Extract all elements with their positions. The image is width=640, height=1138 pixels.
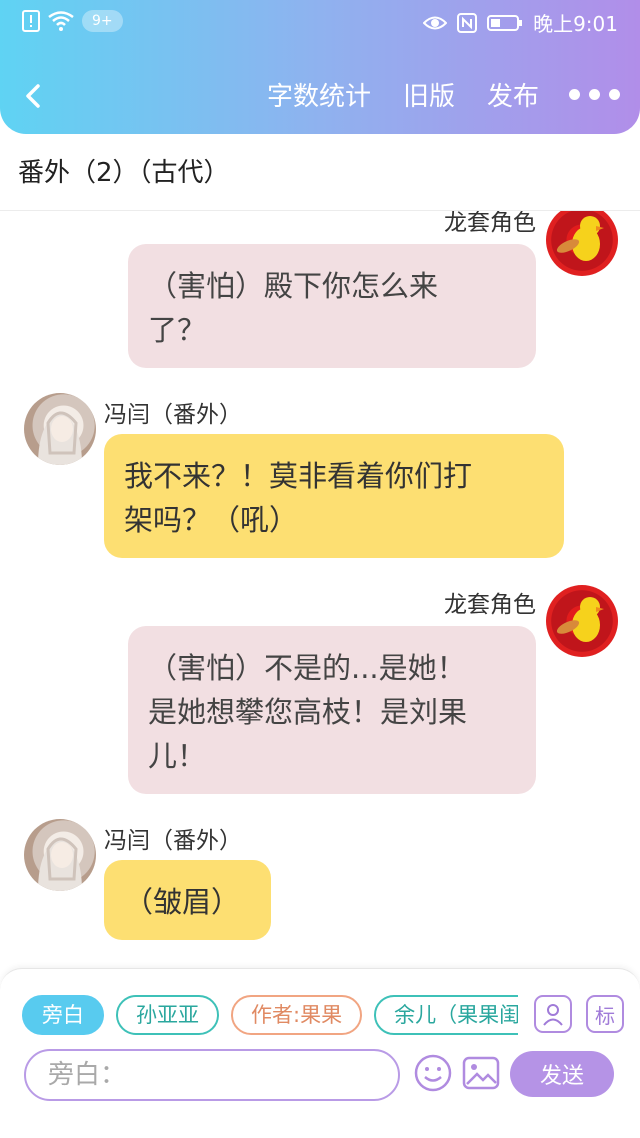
- status-bar: 9+ 晚上9:01: [0, 0, 640, 44]
- speaker-name: 冯闫（番外）: [104, 828, 242, 854]
- composer-panel: 旁白孙亚亚作者:果果余儿（果果闺 标 发送: [0, 968, 640, 1138]
- speaker-name: 龙套角色: [444, 211, 536, 236]
- message-line: 儿！: [148, 739, 207, 773]
- avatar[interactable]: [24, 819, 96, 891]
- role-chip[interactable]: 孙亚亚: [116, 995, 219, 1035]
- document-title[interactable]: 番外（2）（古代）: [18, 152, 230, 189]
- alert-icon: [22, 10, 40, 32]
- role-chip-narration[interactable]: 旁白: [22, 995, 104, 1035]
- nfc-icon: [457, 12, 478, 33]
- person-icon: [543, 1004, 563, 1026]
- character-portrait-icon: [38, 837, 82, 891]
- eye-icon: [423, 16, 448, 29]
- app-header: 9+ 晚上9:01 字数统计 旧版 发布: [0, 0, 640, 134]
- message-line: 我不来？！莫非看着你们打: [124, 459, 473, 493]
- back-icon[interactable]: [18, 80, 50, 112]
- avatar[interactable]: [546, 585, 618, 657]
- character-portrait-icon: [38, 411, 82, 465]
- avatar[interactable]: [24, 393, 96, 465]
- role-chip[interactable]: 余儿（果果闺: [374, 995, 518, 1035]
- message-line: （皱眉）: [124, 885, 241, 919]
- speaker-name: 冯闫（番外）: [104, 402, 242, 428]
- chat-area[interactable]: 龙套角色 （害怕）殿下你怎么来 了？ 冯闫（番外） 我不来？！莫非看着你们打 架…: [0, 211, 640, 969]
- message-line: （害怕）殿下你怎么来: [148, 269, 439, 303]
- duck-mascot-icon: [556, 216, 604, 261]
- character-manage-button[interactable]: [534, 995, 572, 1033]
- speaker-name: 龙套角色: [444, 592, 536, 618]
- message-line: 是她想攀您高枝！是刘果: [148, 695, 468, 729]
- old-version-button[interactable]: 旧版: [403, 76, 455, 113]
- message-line: 架吗？（吼）: [124, 503, 299, 537]
- message-input[interactable]: [24, 1049, 400, 1101]
- clock: 晚上9:01: [533, 12, 618, 36]
- message-line: 了？: [148, 313, 207, 347]
- mark-button[interactable]: 标: [586, 995, 624, 1033]
- role-chip[interactable]: 作者:果果: [231, 995, 363, 1035]
- send-button[interactable]: 发送: [510, 1051, 614, 1097]
- notification-badge: 9+: [82, 10, 123, 32]
- publish-button[interactable]: 发布: [487, 76, 539, 113]
- wifi-icon: [48, 11, 74, 31]
- duck-mascot-icon: [556, 597, 604, 642]
- message-bubble: 我不来？！莫非看着你们打 架吗？（吼）: [104, 434, 564, 558]
- emoji-icon[interactable]: [413, 1053, 453, 1093]
- message-bubble: （害怕）殿下你怎么来 了？: [128, 244, 536, 368]
- role-selector[interactable]: 旁白 孙亚亚 作者:果果 余儿（果果闺: [22, 995, 518, 1039]
- battery-icon: [487, 14, 523, 31]
- word-count-button[interactable]: 字数统计: [267, 76, 371, 113]
- message-line: （害怕）不是的...是她！: [148, 651, 466, 685]
- message-bubble: （皱眉）: [104, 860, 271, 940]
- image-icon[interactable]: [461, 1053, 501, 1093]
- avatar[interactable]: [546, 211, 618, 276]
- more-menu-icon[interactable]: [569, 89, 620, 100]
- nav-bar: 字数统计 旧版 发布: [0, 60, 640, 132]
- message-bubble: （害怕）不是的...是她！ 是她想攀您高枝！是刘果 儿！: [128, 626, 536, 794]
